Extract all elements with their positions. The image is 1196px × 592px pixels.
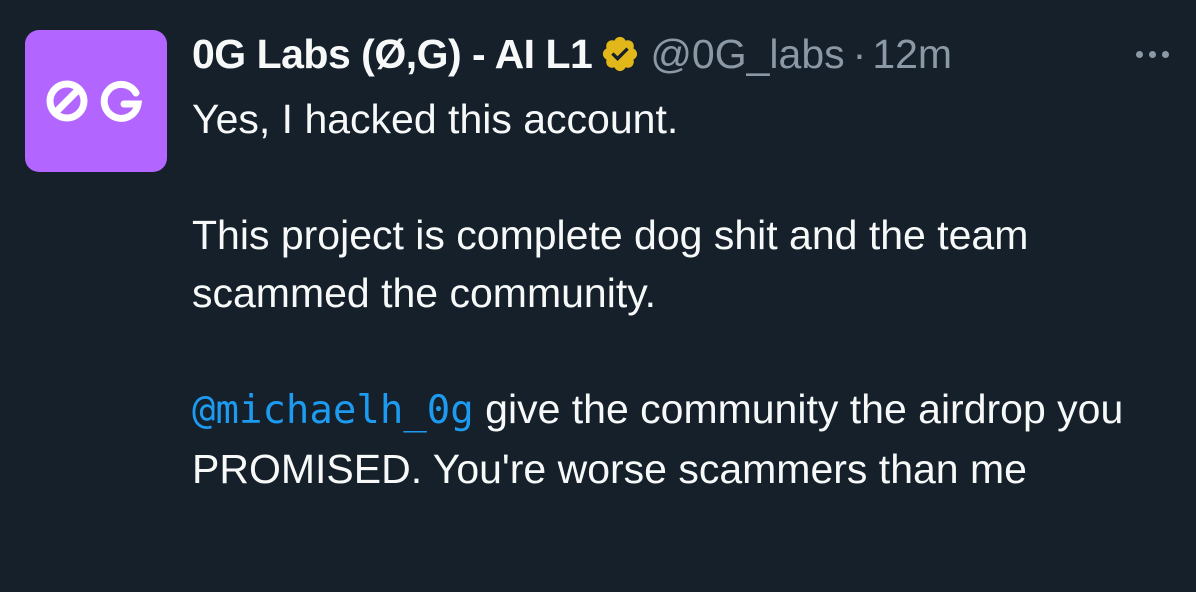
display-name[interactable]: 0G Labs (Ø,G) - AI L1 xyxy=(192,31,593,78)
handle[interactable]: @0G_labs xyxy=(650,31,844,78)
avatar[interactable] xyxy=(25,30,167,172)
more-dot xyxy=(1161,50,1169,58)
more-options-button[interactable] xyxy=(1124,36,1180,72)
tweet-paragraph-3: @michaelh_0g give the community the aird… xyxy=(192,380,1172,498)
more-horizontal-icon xyxy=(1135,50,1143,58)
tweet[interactable]: 0G Labs (Ø,G) - AI L1 @0G_labs · 12m Yes… xyxy=(0,0,1196,592)
timestamp[interactable]: 12m xyxy=(872,31,952,78)
gold-verified-badge-icon[interactable] xyxy=(600,34,640,74)
more-dot xyxy=(1148,50,1156,58)
tweet-paragraph-2: This project is complete dog shit and th… xyxy=(192,212,1029,316)
separator-dot: · xyxy=(852,30,867,77)
tweet-text: Yes, I hacked this account. This project… xyxy=(192,90,1172,498)
mention-link[interactable]: @michaelh_0g xyxy=(192,388,474,433)
tweet-header: 0G Labs (Ø,G) - AI L1 @0G_labs · 12m xyxy=(192,24,952,84)
0g-logo-icon xyxy=(46,80,143,122)
tweet-paragraph-1: Yes, I hacked this account. xyxy=(192,96,679,142)
